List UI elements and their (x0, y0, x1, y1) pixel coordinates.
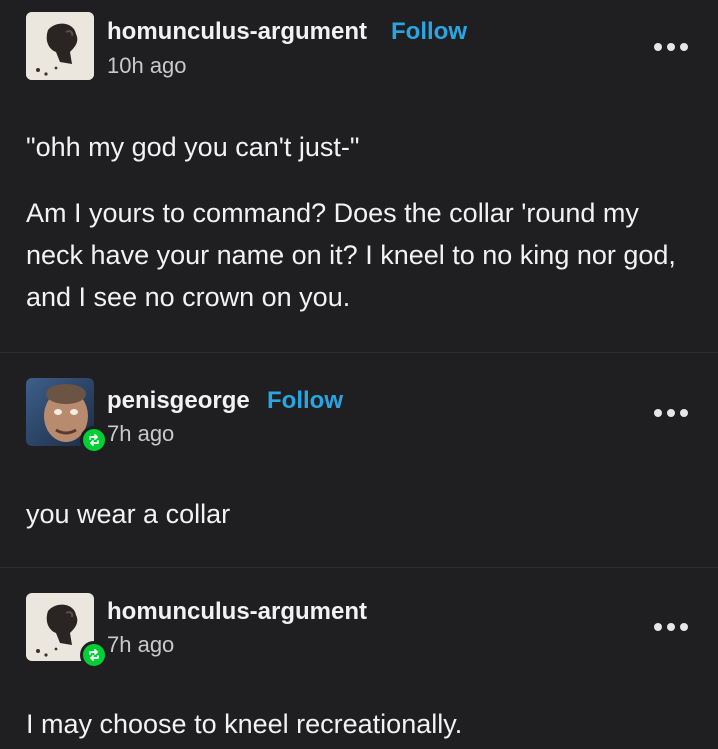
follow-button[interactable]: Follow (267, 387, 343, 415)
avatar-homunculus-argument[interactable] (26, 593, 108, 669)
post-2: penisgeorge Follow 7h ago you wear a col… (0, 353, 718, 567)
reblog-icon (80, 641, 108, 669)
post-body: you wear a collar (26, 493, 696, 535)
post-username[interactable]: homunculus-argument (107, 598, 367, 626)
more-horizontal-icon[interactable] (654, 622, 688, 632)
post-username[interactable]: penisgeorge (107, 387, 250, 415)
post-timestamp: 10h ago (107, 53, 187, 78)
avatar-image (26, 12, 94, 80)
follow-button[interactable]: Follow (391, 18, 467, 46)
post-paragraph: I may choose to kneel recreationally. (26, 709, 463, 739)
post-body: "ohh my god you can't just-" Am I yours … (26, 126, 696, 318)
reblog-icon (80, 426, 108, 454)
more-horizontal-icon[interactable] (654, 408, 688, 418)
post-username[interactable]: homunculus-argument (107, 18, 367, 46)
avatar-penisgeorge[interactable] (26, 378, 108, 454)
post-paragraph: you wear a collar (26, 499, 231, 529)
more-horizontal-icon[interactable] (654, 42, 688, 52)
post-paragraph: "ohh my god you can't just-" (26, 132, 360, 162)
post-timestamp: 7h ago (107, 421, 175, 446)
post-paragraph: Am I yours to command? Does the collar '… (26, 198, 676, 312)
post-body: I may choose to kneel recreationally. (26, 703, 696, 745)
post-timestamp: 7h ago (107, 632, 175, 657)
avatar-homunculus-argument[interactable] (26, 12, 94, 80)
post-1: homunculus-argument Follow 10h ago "ohh … (0, 0, 718, 352)
post-3: homunculus-argument 7h ago I may choose … (0, 568, 718, 749)
